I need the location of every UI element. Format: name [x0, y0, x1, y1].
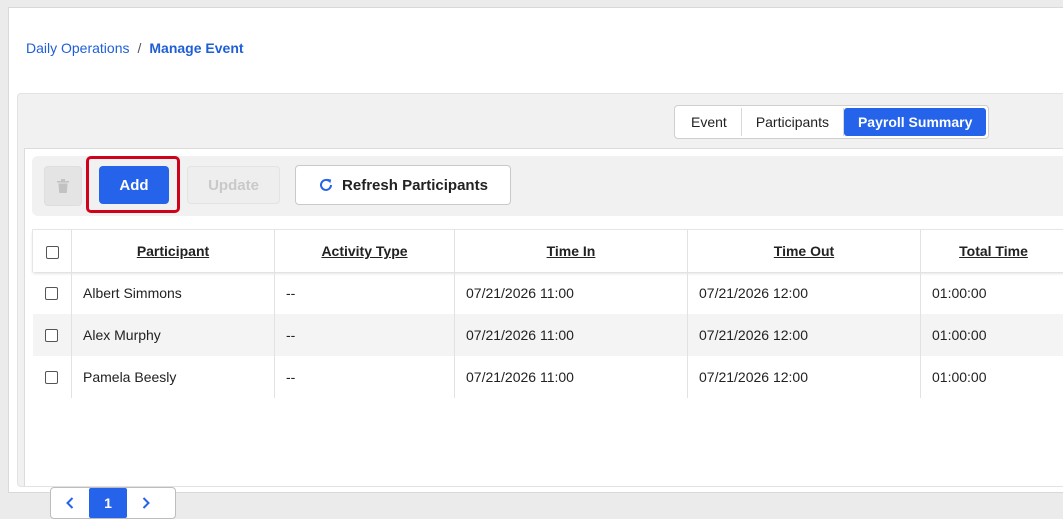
breadcrumb-daily-operations[interactable]: Daily Operations	[26, 40, 130, 56]
column-header-time-in[interactable]: Time In	[455, 230, 688, 272]
tab-participants[interactable]: Participants	[742, 108, 844, 136]
row-select-cell	[33, 272, 72, 314]
row-checkbox[interactable]	[45, 371, 58, 384]
refresh-icon	[318, 177, 334, 193]
table-row[interactable]: Albert Simmons -- 07/21/2026 11:00 07/21…	[33, 272, 1063, 314]
row-select-cell	[33, 314, 72, 356]
select-all-header	[33, 230, 72, 272]
event-panel: Event Participants Payroll Summary Add U…	[17, 93, 1063, 487]
row-select-cell	[33, 356, 72, 398]
view-tabs: Event Participants Payroll Summary	[674, 105, 989, 139]
column-header-activity-type[interactable]: Activity Type	[275, 230, 455, 272]
breadcrumb-current-page: Manage Event	[149, 40, 243, 56]
activity-type-cell: --	[275, 272, 455, 314]
app-frame: Daily Operations / Manage Event Event Pa…	[8, 7, 1063, 493]
time-in-cell: 07/21/2026 11:00	[455, 314, 688, 356]
breadcrumb: Daily Operations / Manage Event	[26, 40, 244, 56]
participant-cell: Albert Simmons	[72, 272, 275, 314]
time-out-cell: 07/21/2026 12:00	[688, 356, 921, 398]
breadcrumb-separator: /	[138, 40, 142, 56]
participant-cell: Pamela Beesly	[72, 356, 275, 398]
table-row[interactable]: Alex Murphy -- 07/21/2026 11:00 07/21/20…	[33, 314, 1063, 356]
page-button-current[interactable]: 1	[89, 488, 127, 518]
total-time-cell: 01:00:00	[921, 356, 1063, 398]
participants-table: Participant Activity Type Time In Time O…	[32, 229, 1063, 398]
column-header-total-time[interactable]: Total Time	[921, 230, 1063, 272]
time-in-cell: 07/21/2026 11:00	[455, 356, 688, 398]
select-all-checkbox[interactable]	[46, 246, 59, 259]
update-button[interactable]: Update	[187, 166, 280, 204]
tab-payroll-summary[interactable]: Payroll Summary	[844, 108, 986, 136]
table-row[interactable]: Pamela Beesly -- 07/21/2026 11:00 07/21/…	[33, 356, 1063, 398]
total-time-cell: 01:00:00	[921, 314, 1063, 356]
activity-type-cell: --	[275, 314, 455, 356]
payroll-content: Add Update Refresh Participants	[24, 148, 1063, 486]
time-out-cell: 07/21/2026 12:00	[688, 272, 921, 314]
pagination: 1	[50, 487, 176, 519]
refresh-participants-button[interactable]: Refresh Participants	[295, 165, 511, 205]
refresh-participants-label: Refresh Participants	[342, 177, 488, 194]
column-header-participant[interactable]: Participant	[72, 230, 275, 272]
toolbar: Add Update Refresh Participants	[32, 156, 1063, 216]
next-page-button[interactable]	[127, 488, 165, 518]
chevron-left-icon	[66, 497, 74, 509]
total-time-cell: 01:00:00	[921, 272, 1063, 314]
row-checkbox[interactable]	[45, 287, 58, 300]
time-out-cell: 07/21/2026 12:00	[688, 314, 921, 356]
participant-cell: Alex Murphy	[72, 314, 275, 356]
previous-page-button[interactable]	[51, 488, 89, 518]
tab-event[interactable]: Event	[677, 108, 742, 136]
row-checkbox[interactable]	[45, 329, 58, 342]
time-in-cell: 07/21/2026 11:00	[455, 272, 688, 314]
add-button[interactable]: Add	[99, 166, 169, 204]
column-header-time-out[interactable]: Time Out	[688, 230, 921, 272]
trash-icon	[57, 179, 69, 193]
delete-button[interactable]	[44, 166, 82, 206]
table-header-row: Participant Activity Type Time In Time O…	[33, 230, 1063, 272]
activity-type-cell: --	[275, 356, 455, 398]
chevron-right-icon	[142, 497, 150, 509]
